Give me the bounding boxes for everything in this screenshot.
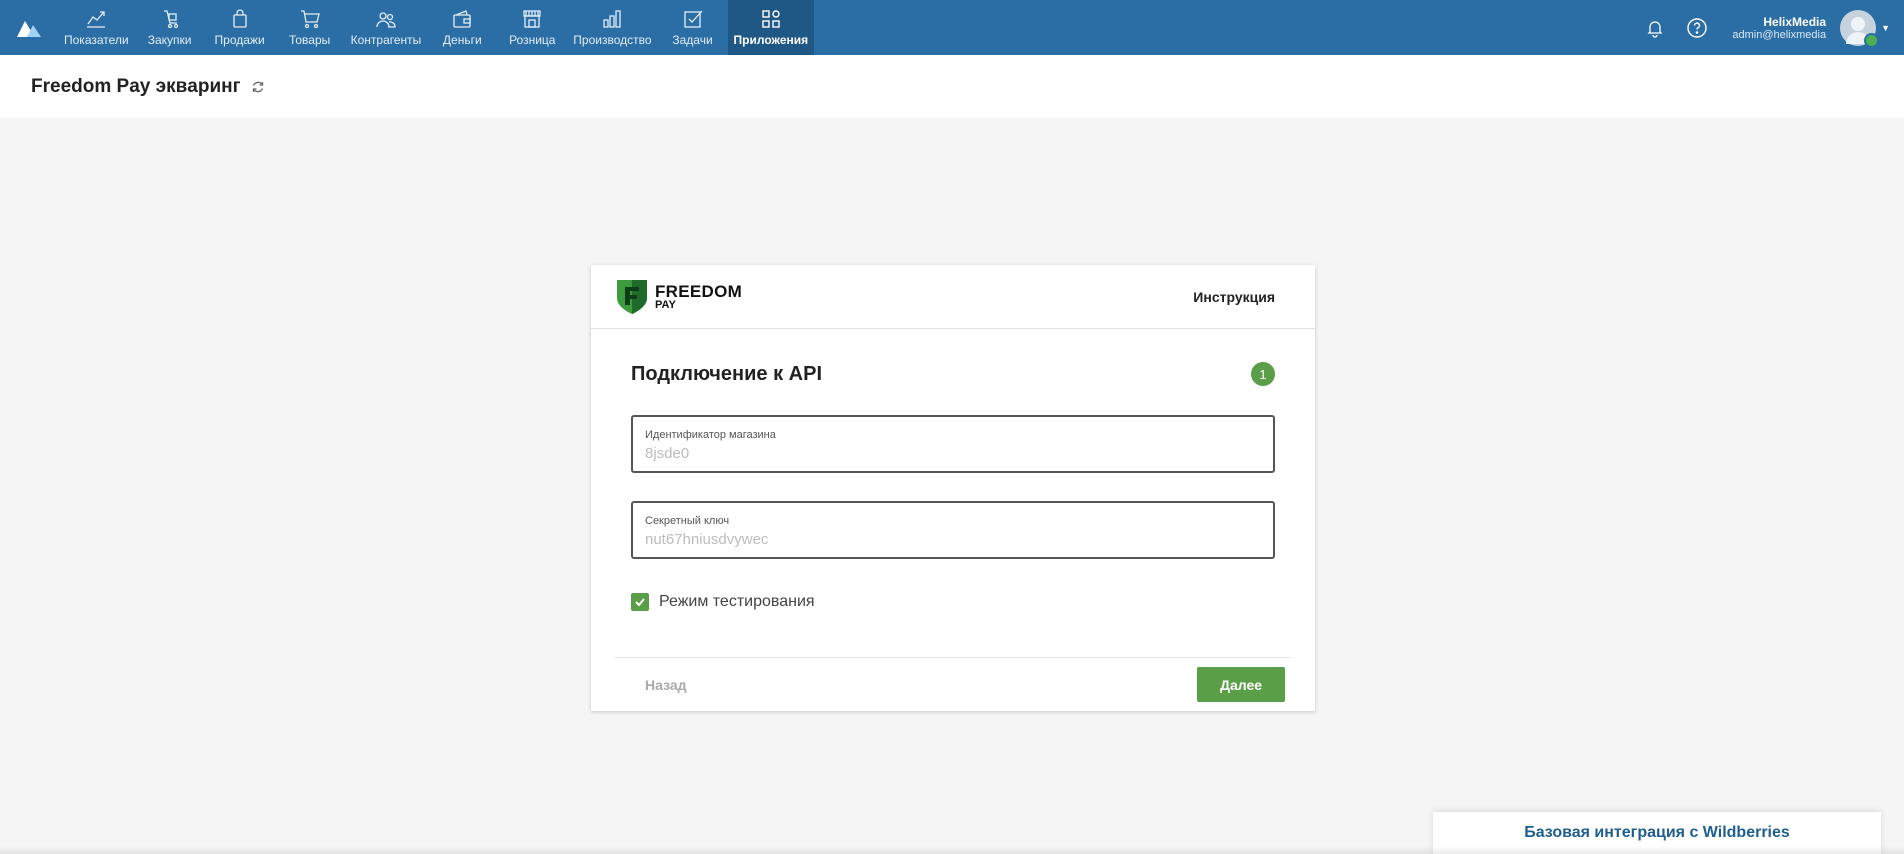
wallet-icon xyxy=(453,10,471,28)
nav-label: Деньги xyxy=(442,33,482,47)
avatar[interactable] xyxy=(1840,9,1880,48)
people-icon xyxy=(376,12,396,28)
chevron-down-icon[interactable]: ▼ xyxy=(1881,23,1890,33)
user-name: HelixMedia xyxy=(1763,14,1827,29)
nav-item-production[interactable]: Производство xyxy=(567,0,657,55)
nav-label: Задачи xyxy=(672,33,713,47)
shop-id-field[interactable]: Идентификатор магазина 8jsde0 xyxy=(631,415,1275,473)
next-button[interactable]: Далее xyxy=(1197,667,1285,702)
notifications-button[interactable] xyxy=(1642,15,1668,41)
secret-key-label: Секретный ключ xyxy=(645,515,730,527)
secret-key-field[interactable]: Секретный ключ nut67hniusdvywec xyxy=(631,501,1275,559)
refresh-icon[interactable] xyxy=(251,80,265,94)
nav-item-money[interactable]: Деньги xyxy=(427,0,497,55)
help-button[interactable] xyxy=(1684,15,1710,41)
nav-label: Товары xyxy=(288,33,331,47)
back-button[interactable]: Назад xyxy=(615,677,687,693)
card-footer: Назад Далее xyxy=(615,657,1291,711)
freedom-pay-shield-icon xyxy=(617,279,647,314)
task-check-icon xyxy=(683,10,703,28)
instructions-link[interactable]: Инструкция xyxy=(1193,289,1275,305)
nav-label: Производство xyxy=(573,33,652,47)
nav-item-goods[interactable]: Товары xyxy=(275,0,345,55)
nav-label: Контрагенты xyxy=(350,33,422,47)
nav-item-tasks[interactable]: Задачи xyxy=(658,0,728,55)
top-navbar: Показатели Закупки Продажи Товары Контра… xyxy=(0,0,1904,55)
secret-key-input[interactable]: nut67hniusdvywec xyxy=(645,531,1261,548)
logo-icon xyxy=(17,20,41,37)
nav-label: Показатели xyxy=(64,33,129,47)
user-menu[interactable]: HelixMedia admin@helixmedia xyxy=(1732,15,1826,41)
apps-icon xyxy=(762,10,780,28)
app-logo[interactable] xyxy=(0,0,58,55)
freedom-pay-logo: FREEDOM PAY xyxy=(615,278,742,316)
section-title: Подключение к API xyxy=(631,362,822,385)
card-header: FREEDOM PAY Инструкция xyxy=(591,265,1315,329)
shop-id-input[interactable]: 8jsde0 xyxy=(645,445,1261,462)
nav-item-retail[interactable]: Розница xyxy=(497,0,567,55)
nav-label: Продажи xyxy=(214,33,265,47)
test-mode-label: Режим тестирования xyxy=(659,593,815,610)
page-title: Freedom Pay эквaринг xyxy=(31,75,241,97)
nav-item-sales[interactable]: Продажи xyxy=(205,0,275,55)
nav-item-counterparties[interactable]: Контрагенты xyxy=(345,0,428,55)
shop-id-label: Идентификатор магазина xyxy=(645,429,776,441)
nav-item-purchases[interactable]: Закупки xyxy=(135,0,205,55)
page-header: Freedom Pay эквaринг xyxy=(0,55,1904,118)
cart-icon xyxy=(300,10,320,29)
test-mode-row[interactable]: Режим тестирования xyxy=(631,593,1275,611)
store-icon xyxy=(523,10,541,28)
step-badge: 1 xyxy=(1251,362,1275,386)
bell-icon xyxy=(1647,20,1663,38)
nav-item-indicators[interactable]: Показатели xyxy=(58,0,135,55)
nav-item-apps[interactable]: Приложения xyxy=(727,0,815,55)
brand-line-1: FREEDOM xyxy=(655,281,743,301)
check-icon xyxy=(635,598,645,607)
promo-text: Базовая интеграция с Wildberries xyxy=(1524,824,1790,841)
nav-label: Приложения xyxy=(733,33,809,47)
brand-line-2: PAY xyxy=(655,298,676,311)
store-badge-icon xyxy=(1864,32,1880,48)
test-mode-checkbox[interactable] xyxy=(631,593,649,611)
help-icon xyxy=(1687,17,1708,38)
freedom-pay-setup-card: FREEDOM PAY Инструкция Подключение к API… xyxy=(591,265,1315,711)
nav-label: Розница xyxy=(509,33,556,47)
bag-icon xyxy=(232,9,247,28)
cart-hand-icon xyxy=(163,10,178,29)
bars-icon xyxy=(603,10,622,28)
nav-label: Закупки xyxy=(147,33,192,47)
chart-line-icon xyxy=(87,11,106,28)
user-email: admin@helixmedia xyxy=(1732,28,1827,41)
bottom-shadow xyxy=(0,846,1904,854)
